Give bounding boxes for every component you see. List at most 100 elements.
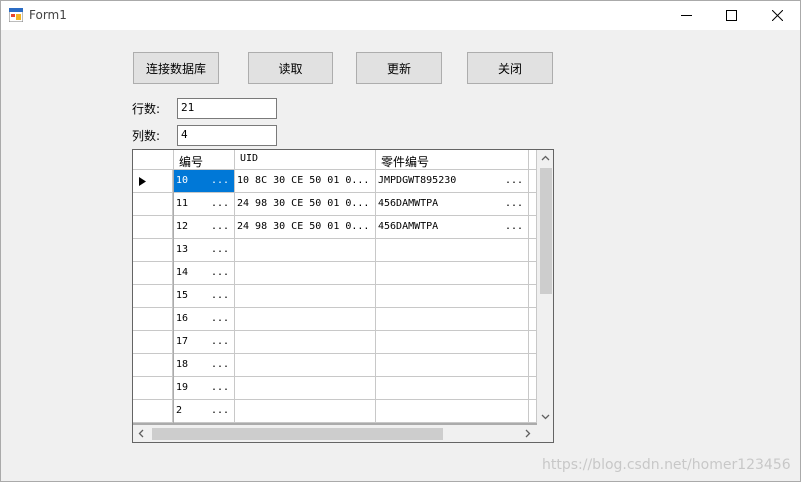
cell-ellipsis: ... xyxy=(210,244,229,255)
cell-part[interactable] xyxy=(376,354,529,377)
read-button[interactable]: 读取 xyxy=(248,52,333,84)
cell-extra[interactable] xyxy=(529,216,537,239)
cell-text: 24 98 30 CE 50 01 0... xyxy=(237,198,370,209)
cell-ellipsis: ... xyxy=(210,405,229,416)
chevron-down-icon[interactable] xyxy=(541,412,550,421)
cell-id[interactable]: 13... xyxy=(174,239,235,262)
cell-id[interactable]: 12... xyxy=(174,216,235,239)
column-header-extra[interactable] xyxy=(529,150,537,170)
rows-label: 行数: xyxy=(132,102,161,116)
chevron-up-icon[interactable] xyxy=(541,154,550,163)
cols-field[interactable]: 4 xyxy=(177,125,277,146)
maximize-button[interactable] xyxy=(708,1,754,30)
row-header[interactable] xyxy=(133,193,173,216)
cell-text: 18 xyxy=(176,359,189,370)
cell-id[interactable]: 18... xyxy=(174,354,235,377)
watermark: https://blog.csdn.net/homer123456 xyxy=(542,457,791,473)
cell-ellipsis: ... xyxy=(210,336,229,347)
cell-text: 15 xyxy=(176,290,189,301)
cell-extra[interactable] xyxy=(529,193,537,216)
cell-id[interactable]: 11... xyxy=(174,193,235,216)
cell-part[interactable] xyxy=(376,377,529,400)
cell-extra[interactable] xyxy=(529,400,537,423)
cell-text: 456DAMWTPA xyxy=(378,221,439,232)
cell-id[interactable]: 16... xyxy=(174,308,235,331)
cell-extra[interactable] xyxy=(529,354,537,377)
horizontal-scrollbar[interactable] xyxy=(133,425,537,442)
grid-corner-header[interactable] xyxy=(133,150,174,170)
cell-extra[interactable] xyxy=(529,377,537,400)
cell-ellipsis: ... xyxy=(504,175,523,186)
row-header[interactable] xyxy=(133,377,173,400)
cell-uid[interactable] xyxy=(235,400,376,423)
cell-extra[interactable] xyxy=(529,308,537,331)
cell-extra[interactable] xyxy=(529,262,537,285)
horizontal-scroll-thumb[interactable] xyxy=(152,428,443,440)
chevron-left-icon[interactable] xyxy=(137,429,146,438)
cell-text: 24 98 30 CE 50 01 0... xyxy=(237,221,370,232)
row-header[interactable] xyxy=(133,262,173,285)
cell-part[interactable]: 456DAMWTPA... xyxy=(376,193,529,216)
cell-id[interactable]: 10... xyxy=(174,170,235,193)
column-header-id[interactable]: 编号 xyxy=(174,150,235,170)
cell-part[interactable]: JMPDGWT895230... xyxy=(376,170,529,193)
row-header[interactable] xyxy=(133,285,173,308)
cell-part[interactable] xyxy=(376,285,529,308)
cell-id[interactable]: 19... xyxy=(174,377,235,400)
update-button[interactable]: 更新 xyxy=(356,52,442,84)
cell-part[interactable] xyxy=(376,262,529,285)
cell-id[interactable]: 17... xyxy=(174,331,235,354)
row-header[interactable] xyxy=(133,400,173,423)
cell-ellipsis: ... xyxy=(210,290,229,301)
cell-uid[interactable] xyxy=(235,308,376,331)
chevron-right-icon[interactable] xyxy=(523,429,532,438)
title-bar[interactable]: Form1 xyxy=(1,1,800,30)
close-button[interactable]: 关闭 xyxy=(467,52,553,84)
cell-uid[interactable]: 24 98 30 CE 50 01 0... xyxy=(235,216,376,239)
cols-label: 列数: xyxy=(132,129,161,143)
cell-uid[interactable] xyxy=(235,377,376,400)
cell-part[interactable] xyxy=(376,308,529,331)
cell-uid[interactable]: 24 98 30 CE 50 01 0... xyxy=(235,193,376,216)
close-window-button[interactable] xyxy=(754,1,800,30)
cell-id[interactable]: 14... xyxy=(174,262,235,285)
cell-extra[interactable] xyxy=(529,239,537,262)
cell-uid[interactable] xyxy=(235,354,376,377)
row-header[interactable] xyxy=(133,170,173,193)
data-grid[interactable]: 编号 UID 零件编号 10... 10 8C 30 CE 50 01 0... J… xyxy=(132,149,554,443)
vertical-scroll-thumb[interactable] xyxy=(540,168,552,294)
cell-part[interactable] xyxy=(376,331,529,354)
column-header-part[interactable]: 零件编号 xyxy=(376,150,529,170)
cell-part[interactable]: 456DAMWTPA... xyxy=(376,216,529,239)
cell-extra[interactable] xyxy=(529,285,537,308)
cell-extra[interactable] xyxy=(529,331,537,354)
cell-ellipsis: ... xyxy=(210,313,229,324)
cell-part[interactable] xyxy=(376,239,529,262)
cell-uid[interactable]: 10 8C 30 CE 50 01 0... xyxy=(235,170,376,193)
column-header-uid[interactable]: UID xyxy=(235,150,376,170)
row-header[interactable] xyxy=(133,354,173,377)
form-app-icon xyxy=(9,8,23,22)
cell-uid[interactable] xyxy=(235,285,376,308)
cell-uid[interactable] xyxy=(235,262,376,285)
minimize-button[interactable] xyxy=(663,1,709,30)
cell-text: 17 xyxy=(176,336,189,347)
cell-ellipsis: ... xyxy=(210,198,229,209)
cell-text: 19 xyxy=(176,382,189,393)
vertical-scrollbar[interactable] xyxy=(537,150,553,425)
cell-extra[interactable] xyxy=(529,170,537,193)
cell-id[interactable]: 15... xyxy=(174,285,235,308)
cell-uid[interactable] xyxy=(235,239,376,262)
connect-db-button[interactable]: 连接数据库 xyxy=(133,52,219,84)
row-header[interactable] xyxy=(133,239,173,262)
cell-text: 10 8C 30 CE 50 01 0... xyxy=(237,175,370,186)
cell-uid[interactable] xyxy=(235,331,376,354)
row-header[interactable] xyxy=(133,216,173,239)
cell-ellipsis: ... xyxy=(210,175,229,186)
cell-part[interactable] xyxy=(376,400,529,423)
row-header[interactable] xyxy=(133,308,173,331)
cell-id[interactable]: 2... xyxy=(174,400,235,423)
row-header[interactable] xyxy=(133,331,173,354)
rows-field[interactable]: 21 xyxy=(177,98,277,119)
close-icon xyxy=(771,10,783,21)
